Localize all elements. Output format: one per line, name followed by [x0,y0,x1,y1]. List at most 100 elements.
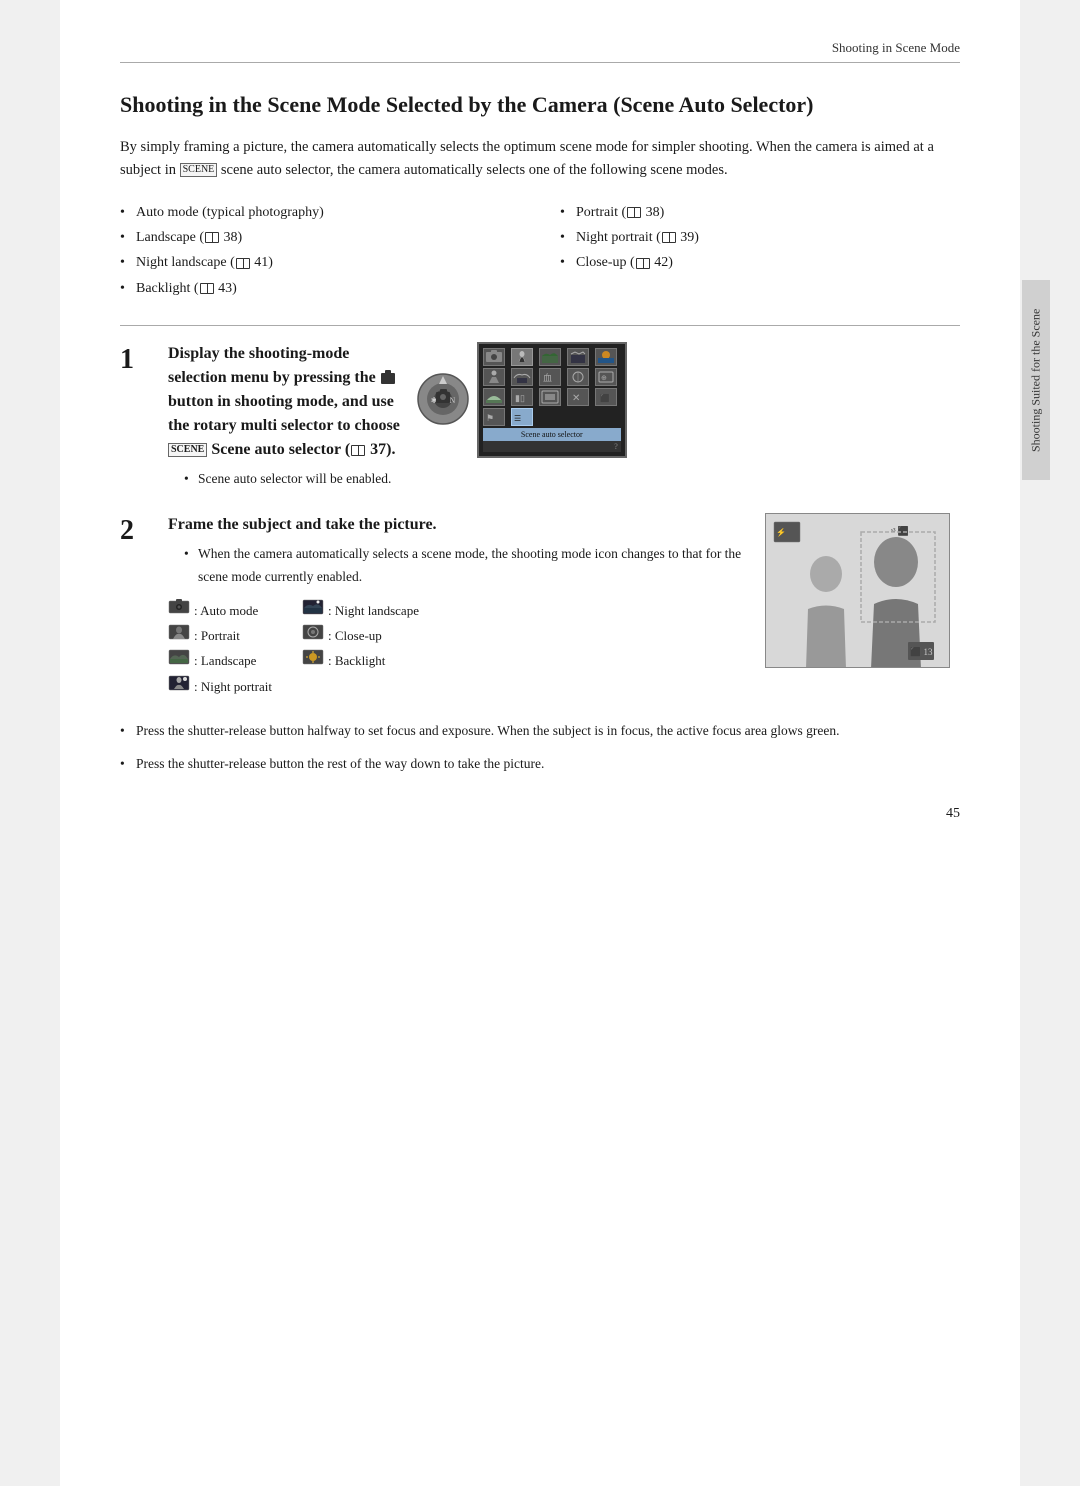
svg-text:✕: ✕ [572,393,580,404]
bullet-col-1: Auto mode (typical photography) Landscap… [120,200,520,301]
scene-cell: ⚑ [483,408,505,426]
closeup-mode-icon [302,624,324,647]
scene-cell: ⊕ [595,368,617,386]
scene-cell [511,348,533,366]
ref-book-icon [351,445,365,456]
scene-cell-active: ☰ [511,408,533,426]
scene-help-icon: ? [483,441,621,452]
ref-book-icon [627,207,641,218]
step-1-layout: Display the shooting-mode selection menu… [168,342,627,491]
icon-row-backlight: : Backlight [302,649,419,672]
step-2-bullets: When the camera automatically selects a … [168,543,749,589]
icon-row-closeup: : Close-up [302,624,419,647]
step-1-image-area: ✱/SCN [416,342,627,458]
main-title: Shooting in the Scene Mode Selected by t… [120,91,960,120]
list-item: Portrait ( 38) [560,200,960,225]
step-1-text: Display the shooting-mode selection menu… [168,342,400,491]
extra-bullet-2: Press the shutter-release button the res… [120,753,960,776]
step-2-text: Frame the subject and take the picture. … [168,513,749,698]
step-1-bullets: Scene auto selector will be enabled. [168,468,400,491]
scene-cell: ⬛ [595,388,617,406]
scene-auto-selector-label: Scene auto selector [483,428,621,441]
portrait-scene-bg: ⚡ ˢ³ ⬛ [766,514,949,667]
svg-text:⚑: ⚑ [486,413,494,423]
ref-book-icon [205,232,219,243]
icon-row-night-landscape: : Night landscape [302,599,419,622]
night-portrait-icon [168,675,190,698]
scene-cell [567,348,589,366]
ref-book-icon [636,258,650,269]
list-item: Night landscape ( 41) [120,250,520,275]
step-1-illustration: ✱/SCN [416,342,627,458]
svg-text:⬛ 13: ⬛ 13 [910,646,933,657]
section-divider [120,325,960,326]
header-text: Shooting in Scene Mode [832,40,960,55]
scene-auto-icon: SCENE [168,443,207,457]
icon-mode-grid: : Auto mode : Portrait : L [168,599,749,699]
step-2-number: 2 [120,515,148,547]
list-item: Night portrait ( 39) [560,225,960,250]
svg-text:▮▯: ▮▯ [515,393,525,403]
bullet-list-2: Portrait ( 38) Night portrait ( 39) Clos… [560,200,960,276]
bullet-list-1: Auto mode (typical photography) Landscap… [120,200,520,301]
scene-grid: 血 ⊕ ▮▯ ✕ ⬛ ⚑ ☰ [483,348,621,426]
scene-cell: ✕ [567,388,589,406]
list-item: Close-up ( 42) [560,250,960,275]
extra-bullet-1-text: Press the shutter-release button halfway… [136,723,840,738]
icon-row-auto: : Auto mode [168,599,272,622]
ref-book-icon [236,258,250,269]
step-1-section: 1 Display the shooting-mode selection me… [120,342,960,491]
backlight-mode-icon [302,649,324,672]
step-2-section: 2 Frame the subject and take the picture… [120,513,960,698]
icon-col-1: : Auto mode : Portrait : L [168,599,272,699]
ref-book-icon [200,283,214,294]
scene-cell [539,388,561,406]
scene-cell [483,388,505,406]
extra-bullet-1: Press the shutter-release button halfway… [120,720,960,743]
step-1-bullet-item: Scene auto selector will be enabled. [184,468,400,491]
auto-mode-icon [168,599,190,622]
scene-cell [539,348,561,366]
side-tab: Shooting Suited for the Scene [1022,280,1050,480]
step-2-viewfinder: ⚡ ˢ³ ⬛ [765,513,950,668]
list-item: Auto mode (typical photography) [120,200,520,225]
svg-text:⚡: ⚡ [776,527,786,537]
page-header: Shooting in Scene Mode [120,40,960,63]
scene-cell [483,348,505,366]
list-item: Landscape ( 38) [120,225,520,250]
svg-text:⊕: ⊕ [601,374,607,382]
scene-cell [483,368,505,386]
step-2-bullet-item: When the camera automatically selects a … [184,543,749,589]
scene-cell [511,368,533,386]
svg-text:血: 血 [543,372,552,383]
scene-cell: 血 [539,368,561,386]
portrait-mode-icon [168,624,190,647]
bullet-col-2: Portrait ( 38) Night portrait ( 39) Clos… [560,200,960,301]
svg-text:☰: ☰ [514,414,521,423]
scene-cell [567,368,589,386]
svg-text:ˢ³ ⬛: ˢ³ ⬛ [891,525,909,536]
svg-text:⬛: ⬛ [600,393,610,403]
list-item: Backlight ( 43) [120,276,520,301]
side-tab-text: Shooting Suited for the Scene [1028,308,1045,451]
intro2-text: scene auto selector, the camera automati… [221,162,728,178]
step-2-layout: Frame the subject and take the picture. … [168,513,960,698]
step-1-title: Display the shooting-mode selection menu… [168,342,400,462]
step-1-number: 1 [120,344,148,376]
step-2-title: Frame the subject and take the picture. [168,513,749,537]
bullet-section: Auto mode (typical photography) Landscap… [120,200,960,301]
extra-bullet-2-text: Press the shutter-release button the res… [136,756,544,771]
camera-button-icon [381,373,395,384]
scene-mode-icon: SCENE [180,163,218,177]
viewfinder-svg: ⚡ ˢ³ ⬛ [766,514,950,668]
step-1-bold: Scene auto selector [211,441,340,458]
page: Shooting Suited for the Scene Shooting i… [60,0,1020,1486]
night-landscape-icon [302,599,324,622]
icon-col-2: : Night landscape : Close-up [302,599,419,699]
icon-row-night-portrait: : Night portrait [168,675,272,698]
intro-paragraph: By simply framing a picture, the camera … [120,136,960,182]
ref-book-icon [662,232,676,243]
rotary-selector-icon: ✱/SCN [416,372,471,427]
landscape-mode-icon [168,649,190,672]
icon-row-landscape: : Landscape [168,649,272,672]
